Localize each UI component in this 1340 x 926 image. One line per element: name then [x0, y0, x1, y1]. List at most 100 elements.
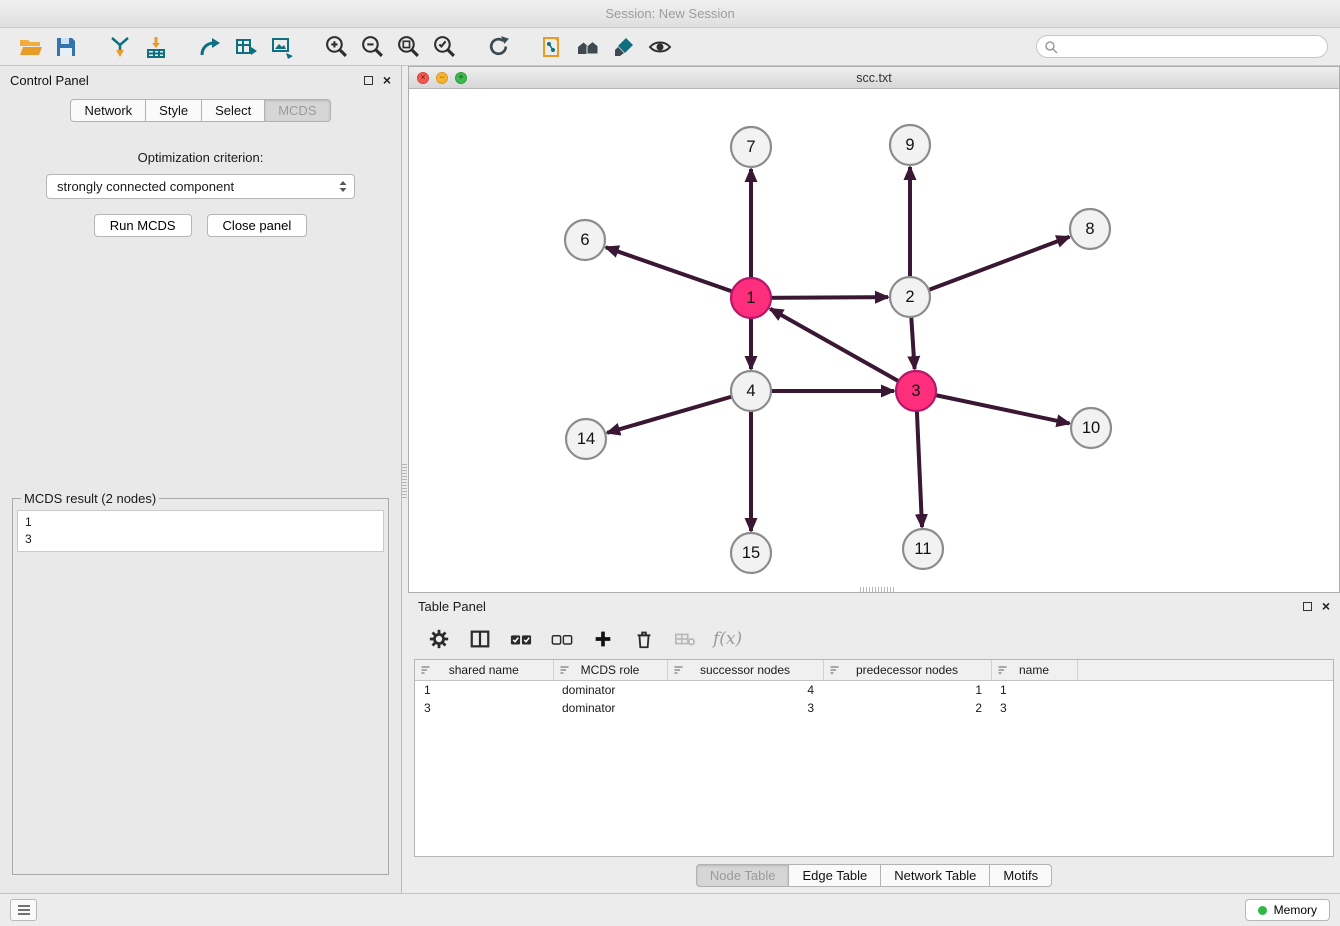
- home-overview-icon: [575, 35, 601, 59]
- tab-network[interactable]: Network: [70, 99, 146, 122]
- column-header-predecessor-nodes[interactable]: predecessor nodes: [823, 660, 991, 681]
- network-canvas[interactable]: 7 9 6 8 1 2 4 3 14 10 15 11: [409, 89, 1339, 592]
- graph-node-4[interactable]: 4: [731, 371, 771, 411]
- export-image-button[interactable]: [264, 31, 300, 63]
- cell-mcds-role[interactable]: dominator: [553, 681, 667, 700]
- tab-style[interactable]: Style: [146, 99, 202, 122]
- refresh-layout-button[interactable]: [480, 31, 516, 63]
- graph-node-7[interactable]: 7: [731, 127, 771, 167]
- cell-mcds-role[interactable]: dominator: [553, 699, 667, 717]
- node-label: 3: [911, 382, 920, 400]
- tab-select[interactable]: Select: [202, 99, 265, 122]
- edge-3-10[interactable]: [916, 391, 1069, 423]
- run-mcds-button[interactable]: Run MCDS: [94, 214, 192, 237]
- close-panel-icon[interactable]: ×: [383, 73, 391, 87]
- edge-1-6[interactable]: [606, 247, 751, 298]
- zoom-in-button[interactable]: [318, 31, 354, 63]
- delete-table-button-disabled[interactable]: [672, 626, 698, 652]
- open-file-button[interactable]: [12, 31, 48, 63]
- import-table-button[interactable]: [138, 31, 174, 63]
- network-graph[interactable]: 7 9 6 8 1 2 4 3 14 10 15 11: [409, 89, 1339, 592]
- table-settings-button[interactable]: [426, 626, 452, 652]
- zoom-out-icon: [360, 34, 385, 59]
- maximize-window-icon[interactable]: +: [455, 72, 467, 84]
- column-header-successor-nodes[interactable]: successor nodes: [667, 660, 823, 681]
- task-history-button[interactable]: [10, 899, 37, 921]
- clone-network-button[interactable]: [534, 31, 570, 63]
- table-row[interactable]: 1 dominator 4 1 1: [415, 681, 1333, 700]
- fit-content-button[interactable]: [390, 31, 426, 63]
- close-table-panel-icon[interactable]: ×: [1322, 599, 1330, 613]
- node-table: shared name MCDS role successor nodes: [414, 659, 1334, 857]
- result-item[interactable]: 3: [25, 531, 376, 548]
- graph-node-8[interactable]: 8: [1070, 209, 1110, 249]
- cell-name[interactable]: 1: [991, 681, 1077, 700]
- export-table-button[interactable]: [228, 31, 264, 63]
- graph-node-1[interactable]: 1: [731, 278, 771, 318]
- table-row[interactable]: 3 dominator 3 2 3: [415, 699, 1333, 717]
- toolbar-search: [1036, 35, 1328, 58]
- node-label: 8: [1085, 220, 1094, 238]
- zoom-selected-button[interactable]: [426, 31, 462, 63]
- tab-edge-table[interactable]: Edge Table: [789, 864, 881, 887]
- result-item[interactable]: 1: [25, 514, 376, 531]
- node-label: 10: [1082, 419, 1100, 437]
- graph-node-9[interactable]: 9: [890, 125, 930, 165]
- graph-node-3[interactable]: 3: [896, 371, 936, 411]
- graph-node-15[interactable]: 15: [731, 533, 771, 573]
- edge-2-8[interactable]: [910, 237, 1069, 297]
- close-panel-button[interactable]: Close panel: [207, 214, 308, 237]
- import-table-icon: [144, 35, 168, 59]
- deselect-all-button[interactable]: [549, 626, 575, 652]
- minimize-window-icon[interactable]: −: [436, 72, 448, 84]
- graph-node-10[interactable]: 10: [1071, 408, 1111, 448]
- graph-node-6[interactable]: 6: [565, 220, 605, 260]
- tab-motifs[interactable]: Motifs: [990, 864, 1052, 887]
- column-header-mcds-role[interactable]: MCDS role: [553, 660, 667, 681]
- table-tabbar: Node Table Edge Table Network Table Moti…: [414, 857, 1334, 893]
- graph-node-2[interactable]: 2: [890, 277, 930, 317]
- cell-predecessor-nodes[interactable]: 2: [823, 699, 991, 717]
- cell-successor-nodes[interactable]: 3: [667, 699, 823, 717]
- cell-shared-name[interactable]: 3: [415, 699, 553, 717]
- tab-mcds[interactable]: MCDS: [265, 99, 330, 122]
- function-builder-label[interactable]: f(x): [713, 629, 742, 649]
- tab-network-table[interactable]: Network Table: [881, 864, 990, 887]
- apply-style-button[interactable]: [606, 31, 642, 63]
- network-overview-button[interactable]: [570, 31, 606, 63]
- cell-shared-name[interactable]: 1: [415, 681, 553, 700]
- show-columns-button[interactable]: [467, 626, 493, 652]
- zoom-out-button[interactable]: [354, 31, 390, 63]
- style-brush-icon: [612, 35, 636, 59]
- close-window-icon[interactable]: ×: [417, 72, 429, 84]
- float-table-panel-icon[interactable]: [1303, 602, 1312, 611]
- memory-button[interactable]: Memory: [1245, 899, 1330, 921]
- add-column-button[interactable]: [590, 626, 616, 652]
- search-input[interactable]: [1036, 35, 1328, 58]
- tab-node-table[interactable]: Node Table: [696, 864, 790, 887]
- cell-predecessor-nodes[interactable]: 1: [823, 681, 991, 700]
- splitter-handle-horizontal[interactable]: [860, 587, 894, 592]
- criterion-dropdown[interactable]: strongly connected component: [46, 174, 355, 199]
- float-panel-icon[interactable]: [364, 76, 373, 85]
- main-toolbar: [0, 28, 1340, 66]
- network-window-titlebar[interactable]: × − + scc.txt: [409, 67, 1339, 89]
- select-all-button[interactable]: [508, 626, 534, 652]
- save-session-button[interactable]: [48, 31, 84, 63]
- cell-name[interactable]: 3: [991, 699, 1077, 717]
- show-graphics-details-button[interactable]: [642, 31, 678, 63]
- edge-4-14[interactable]: [607, 391, 751, 433]
- column-header-shared-name[interactable]: shared name: [415, 660, 553, 681]
- column-label: name: [1019, 663, 1049, 677]
- graph-node-11[interactable]: 11: [903, 529, 943, 569]
- import-network-button[interactable]: [102, 31, 138, 63]
- cell-successor-nodes[interactable]: 4: [667, 681, 823, 700]
- graph-node-14[interactable]: 14: [566, 419, 606, 459]
- column-header-name[interactable]: name: [991, 660, 1077, 681]
- table-header-row: shared name MCDS role successor nodes: [415, 660, 1333, 681]
- delete-column-button[interactable]: [631, 626, 657, 652]
- splitter-handle-vertical[interactable]: [402, 464, 407, 498]
- export-network-button[interactable]: [192, 31, 228, 63]
- edge-3-1[interactable]: [770, 309, 916, 391]
- mcds-result-list[interactable]: 1 3: [17, 510, 384, 552]
